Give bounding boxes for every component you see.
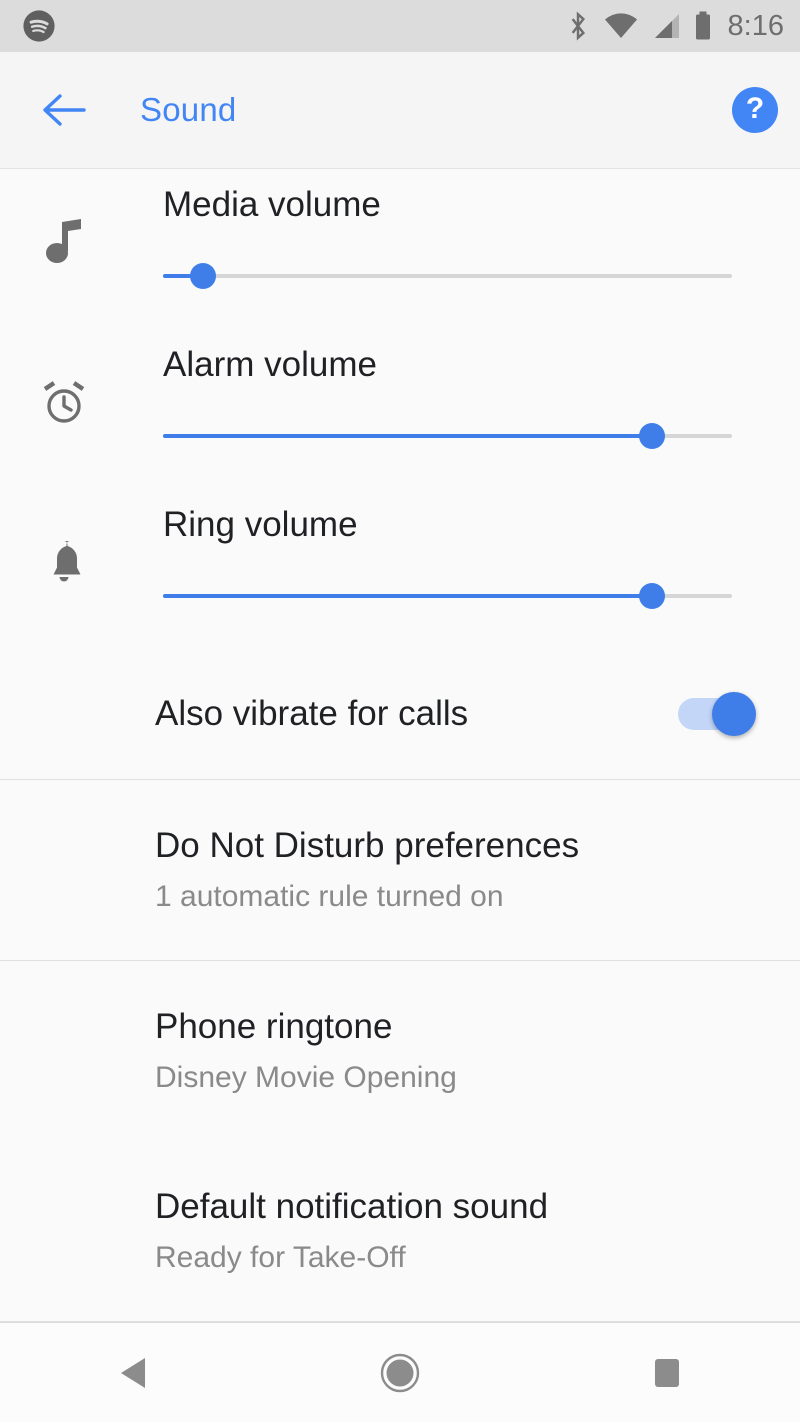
default-notification-sound-row[interactable]: Default notification sound Ready for Tak… [0, 1141, 800, 1321]
android-sound-settings-screen: 8:16 Sound ? Media volume Alarm volume R… [0, 0, 800, 1422]
ring-volume-slider-thumb[interactable] [639, 583, 666, 610]
recents-square-icon [654, 1358, 679, 1387]
vibrate-for-calls-row[interactable]: Also vibrate for calls [0, 649, 800, 779]
status-bar: 8:16 [0, 0, 800, 52]
music-note-icon [46, 219, 81, 263]
vibrate-for-calls-label: Also vibrate for calls [155, 694, 469, 733]
alarm-volume-label: Alarm volume [163, 345, 377, 384]
default-notification-sound-title: Default notification sound [155, 1187, 549, 1227]
alarm-volume-slider-thumb[interactable] [639, 423, 666, 450]
nav-home-button[interactable] [267, 1323, 534, 1422]
media-volume-row[interactable]: Media volume [0, 169, 800, 329]
media-volume-slider[interactable] [163, 263, 732, 290]
media-volume-body: Media volume [92, 169, 800, 290]
navigation-bar [0, 1322, 800, 1422]
back-triangle-icon [121, 1357, 146, 1388]
phone-ringtone-title: Phone ringtone [155, 1007, 393, 1047]
media-volume-slider-thumb[interactable] [189, 263, 216, 290]
default-notification-sound-subtitle: Ready for Take-Off [155, 1241, 406, 1275]
bluetooth-icon [571, 11, 585, 41]
alarm-volume-body: Alarm volume [92, 329, 800, 450]
do-not-disturb-title: Do Not Disturb preferences [155, 826, 580, 866]
back-button[interactable] [36, 82, 92, 138]
ring-volume-icon-wrap [36, 537, 92, 587]
ring-volume-label: Ring volume [163, 505, 358, 544]
battery-icon [695, 11, 710, 40]
bell-icon [53, 541, 81, 582]
alarm-clock-icon [43, 381, 85, 423]
back-arrow-icon [43, 94, 86, 126]
nav-recents-button[interactable] [533, 1323, 800, 1422]
nav-back-button[interactable] [0, 1323, 267, 1422]
page-title: Sound [140, 91, 237, 128]
status-bar-notifications [22, 9, 56, 43]
ring-volume-body: Ring volume [92, 489, 800, 610]
alarm-volume-slider[interactable] [163, 423, 732, 450]
phone-ringtone-row[interactable]: Phone ringtone Disney Movie Opening [0, 961, 800, 1141]
help-button-label: ? [745, 92, 765, 125]
ring-volume-row[interactable]: Ring volume [0, 489, 800, 649]
media-volume-icon-wrap [36, 217, 92, 265]
do-not-disturb-subtitle: 1 automatic rule turned on [155, 880, 504, 914]
phone-ringtone-subtitle: Disney Movie Opening [155, 1061, 457, 1095]
spotify-icon [23, 10, 55, 42]
settings-list: Media volume Alarm volume Ring volume Al… [0, 169, 800, 1364]
home-circle-icon [380, 1353, 420, 1392]
status-bar-clock: 8:16 [727, 9, 784, 42]
ring-volume-slider-fill [163, 594, 653, 599]
wifi-icon [604, 13, 637, 39]
alarm-volume-icon-wrap [36, 377, 92, 427]
vibrate-for-calls-toggle[interactable] [678, 692, 756, 736]
toggle-thumb [712, 692, 756, 736]
alarm-volume-slider-fill [163, 434, 653, 439]
alarm-volume-row[interactable]: Alarm volume [0, 329, 800, 489]
status-bar-system-icons: 8:16 [565, 10, 784, 42]
ring-volume-slider[interactable] [163, 583, 732, 610]
app-bar: Sound ? [0, 52, 800, 169]
help-button[interactable]: ? [732, 87, 778, 133]
cellular-signal-icon [654, 14, 679, 38]
media-volume-label: Media volume [163, 185, 381, 224]
media-volume-slider-track [163, 274, 732, 279]
do-not-disturb-row[interactable]: Do Not Disturb preferences 1 automatic r… [0, 780, 800, 960]
